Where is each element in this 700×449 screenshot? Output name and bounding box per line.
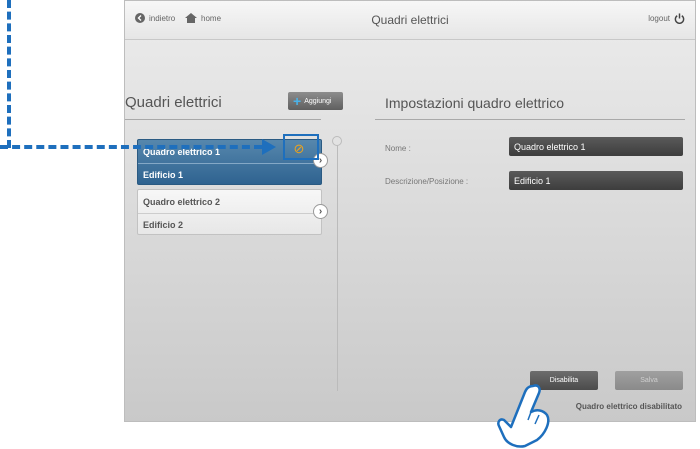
settings-title: Impostazioni quadro elettrico bbox=[385, 95, 564, 111]
save-button[interactable]: Salva bbox=[615, 371, 683, 390]
item-name: Quadro elettrico 2 bbox=[143, 197, 221, 207]
item-location: Edificio 2 bbox=[143, 220, 184, 230]
status-text: Quadro elettrico disabilitato bbox=[575, 402, 682, 411]
name-field[interactable] bbox=[509, 137, 683, 156]
logout-label: logout bbox=[648, 14, 670, 23]
annotation-dashed-line-vertical bbox=[7, 0, 11, 148]
plus-icon: + bbox=[293, 93, 302, 109]
scrollbar-track[interactable] bbox=[337, 141, 338, 391]
scrollbar-handle[interactable] bbox=[332, 136, 342, 146]
divider bbox=[125, 119, 321, 120]
item-divider bbox=[138, 213, 321, 214]
add-label: Aggiungi bbox=[304, 97, 332, 105]
annotation-arrowhead bbox=[262, 139, 276, 155]
item-divider bbox=[138, 163, 321, 164]
divider bbox=[375, 119, 685, 120]
power-icon bbox=[674, 13, 685, 24]
list-title: Quadri elettrici bbox=[125, 94, 222, 111]
app-window: indietro home Quadri elettrici logout Qu… bbox=[124, 0, 696, 422]
description-label: Descrizione/Posizione : bbox=[385, 177, 469, 186]
description-field[interactable] bbox=[509, 171, 683, 190]
page-title: Quadri elettrici bbox=[371, 13, 449, 27]
name-label: Nome : bbox=[385, 144, 411, 153]
annotation-dashed-line-horizontal bbox=[0, 145, 262, 149]
pointing-hand-icon bbox=[497, 384, 550, 448]
highlight-box bbox=[283, 134, 319, 160]
add-button[interactable]: + Aggiungi bbox=[288, 92, 343, 110]
chevron-right-icon[interactable]: › bbox=[313, 204, 328, 219]
list-item[interactable]: Quadro elettrico 2 Edificio 2 bbox=[137, 189, 322, 235]
logout-button[interactable]: logout bbox=[648, 13, 685, 24]
top-bar: indietro home Quadri elettrici logout bbox=[125, 1, 695, 40]
item-location: Edificio 1 bbox=[143, 170, 184, 180]
